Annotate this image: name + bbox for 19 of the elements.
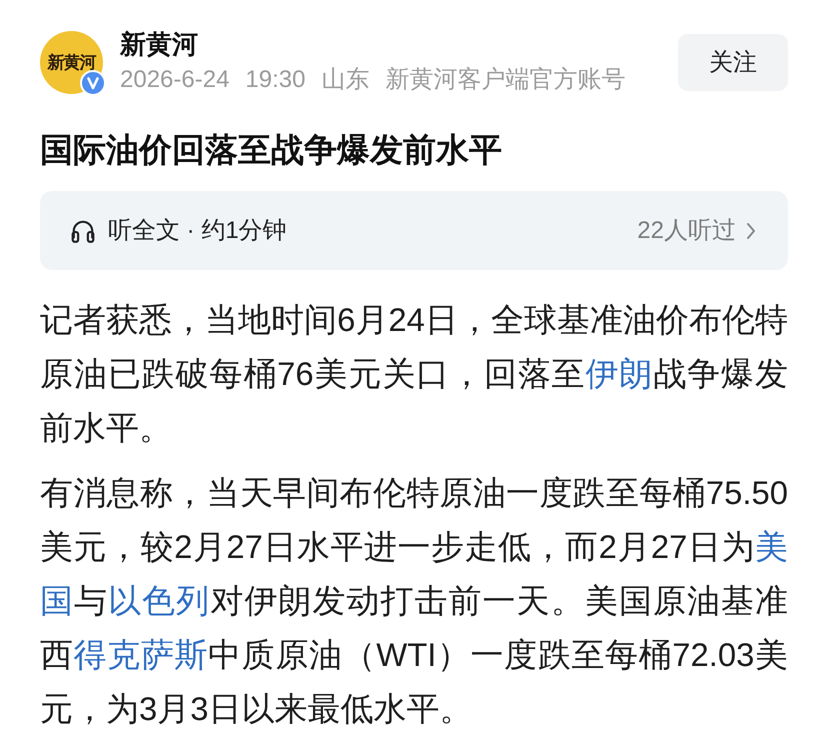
chevron-right-icon <box>746 222 756 240</box>
headphones-icon <box>70 218 96 244</box>
post-location: 山东 <box>321 65 370 95</box>
topic-link[interactable]: 美 <box>755 528 788 565</box>
post-date: 2026-6-24 <box>120 65 230 95</box>
article-paragraph: 记者获悉，当地时间6月24日，全球基准油价布伦特原油已跌破每桶76美元关口，回落至伊朗战争爆发前水平。 <box>40 300 788 448</box>
follow-button[interactable]: 关注 <box>678 34 788 90</box>
topic-link[interactable]: 得克萨斯 <box>74 636 208 673</box>
author-name[interactable]: 新黄河 <box>120 29 198 59</box>
topic-link[interactable]: 国 <box>40 582 74 619</box>
topic-link[interactable]: 以色列 <box>108 582 210 619</box>
topic-link[interactable]: 伊朗 <box>586 355 654 392</box>
listen-label: 听全文 · 约1分钟 <box>108 216 287 246</box>
account-description: 新黄河客户端官方账号 <box>385 65 626 95</box>
article-title: 国际油价回落至战争爆发前水平 <box>40 130 502 170</box>
listener-count: 22人听过 <box>637 216 736 246</box>
post-time: 19:30 <box>245 65 306 95</box>
listen-bar[interactable]: 听全文 · 约1分钟 22人听过 <box>40 191 788 270</box>
article-paragraph: 有消息称，当天早间布伦特原油一度跌至每桶75.50美元，较2月27日水平进一步走低，而2月27日为美 国与以色列对伊朗发动打击前一天。美国原油基准西得克萨斯中质原油（WTI）一度跌至每桶72.03美元，为3月3日以来最低水平。 <box>40 473 788 729</box>
